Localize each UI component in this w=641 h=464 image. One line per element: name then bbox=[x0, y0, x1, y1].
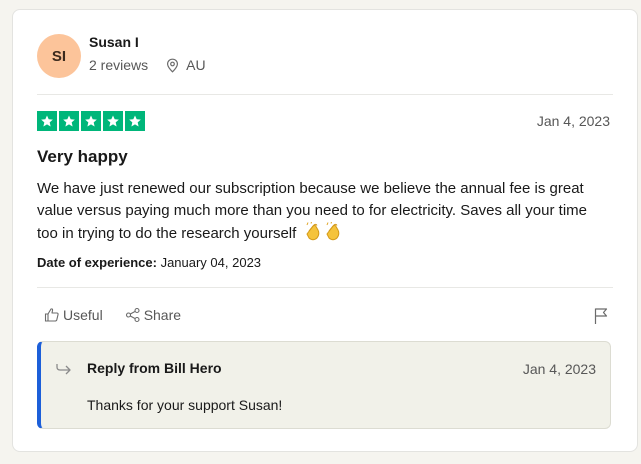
consumer-meta: 2 reviews AU bbox=[89, 57, 206, 73]
consumer-name[interactable]: Susan I bbox=[89, 33, 206, 51]
experience-date: January 04, 2023 bbox=[160, 255, 262, 270]
divider bbox=[37, 94, 613, 95]
reply-date: Jan 4, 2023 bbox=[522, 361, 596, 377]
reply-author: Reply from Bill Hero bbox=[87, 360, 222, 376]
clapping-hands-icon bbox=[304, 221, 344, 249]
reviews-count: 2 reviews bbox=[89, 57, 149, 73]
location-pin-icon bbox=[166, 58, 179, 73]
reply-text: Thanks for your support Susan! bbox=[87, 397, 283, 413]
date-of-experience: Date of experience: January 04, 2023 bbox=[37, 255, 261, 270]
country-code: AU bbox=[186, 57, 206, 73]
star-icon bbox=[37, 111, 57, 131]
useful-button[interactable]: Useful bbox=[44, 307, 103, 323]
share-button[interactable]: Share bbox=[125, 307, 181, 323]
consumer-info: SI Susan I 2 reviews AU bbox=[37, 34, 206, 78]
star-rating bbox=[37, 111, 145, 131]
review-actions: Useful Share bbox=[44, 307, 181, 323]
review-date: Jan 4, 2023 bbox=[536, 113, 610, 129]
divider bbox=[37, 287, 613, 288]
experience-label: Date of experience: bbox=[37, 255, 157, 270]
reply-arrow-icon bbox=[55, 362, 73, 381]
star-icon bbox=[125, 111, 145, 131]
star-icon bbox=[59, 111, 79, 131]
avatar[interactable]: SI bbox=[37, 34, 81, 78]
share-icon bbox=[125, 307, 140, 323]
company-reply: Reply from Bill Hero Jan 4, 2023 Thanks … bbox=[37, 341, 611, 429]
review-title[interactable]: Very happy bbox=[37, 147, 128, 167]
review-card: SI Susan I 2 reviews AU Jan 4, 2023 Very… bbox=[12, 9, 638, 452]
useful-label: Useful bbox=[63, 307, 103, 323]
report-flag-button[interactable] bbox=[593, 307, 609, 330]
thumbs-up-icon bbox=[44, 308, 59, 322]
consumer-details: Susan I 2 reviews AU bbox=[89, 33, 206, 73]
flag-icon bbox=[594, 308, 608, 324]
avatar-initials: SI bbox=[51, 47, 67, 65]
star-icon bbox=[81, 111, 101, 131]
star-icon bbox=[103, 111, 123, 131]
share-label: Share bbox=[143, 307, 182, 323]
review-body: We have just renewed our subscription be… bbox=[37, 178, 607, 249]
